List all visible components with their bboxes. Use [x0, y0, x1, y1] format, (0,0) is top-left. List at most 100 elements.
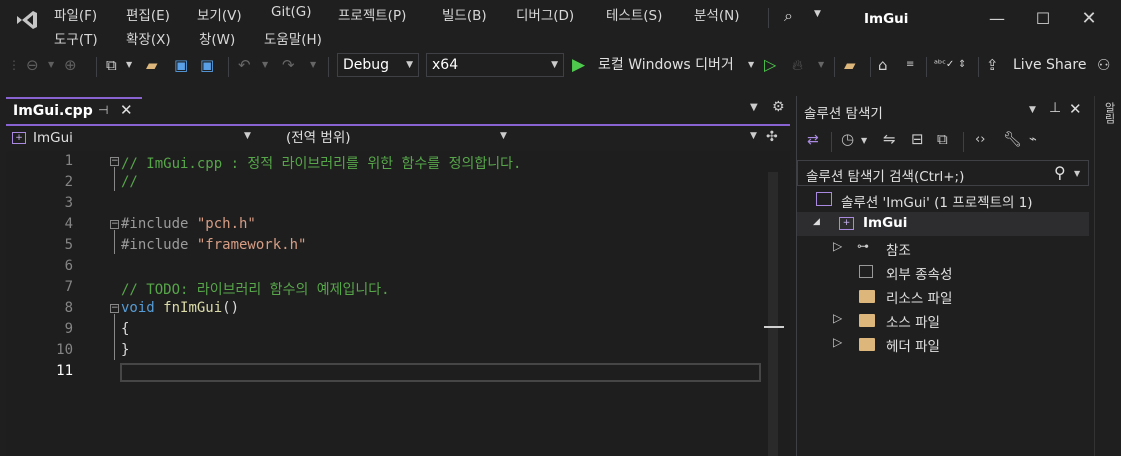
document-tab-imgui-cpp[interactable]: ImGui.cpp ⊣ ✕	[6, 97, 142, 124]
properties-wrench-icon[interactable]: 🔧︎	[1003, 130, 1022, 148]
window-title: ImGui	[864, 11, 909, 27]
start-debug-button[interactable]: 로컬 Windows 디버거	[598, 54, 734, 76]
menu-edit[interactable]: 편집(E)	[126, 4, 170, 24]
split-editor-icon[interactable]: ✣	[766, 129, 778, 145]
settings-gear-icon[interactable]: ⚙	[772, 99, 785, 115]
show-all-files-icon[interactable]: ⧉	[937, 130, 948, 148]
minimize-icon[interactable]: —	[974, 0, 1020, 38]
hot-reload-icon[interactable]: 🔥︎	[792, 54, 803, 76]
tree-item-header-files[interactable]: ▷ 헤더 파일	[797, 332, 1089, 356]
filter-dropdown-icon[interactable]: ▼	[861, 136, 867, 145]
menu-extensions[interactable]: 확장(X)	[126, 28, 171, 48]
tree-item-solution[interactable]: 솔루션 'ImGui' (1 프로젝트의 1)	[797, 188, 1089, 212]
browser-link-icon[interactable]: ⌂	[878, 54, 888, 76]
menu-window[interactable]: 창(W)	[199, 28, 235, 48]
search-input[interactable]: 솔루션 탐색기 검색(Ctrl+;)	[806, 165, 964, 185]
share-icon[interactable]: ⇪	[986, 54, 999, 76]
redo-icon[interactable]: ↷	[282, 54, 295, 76]
search-dropdown-chevron-icon[interactable]: ▼	[814, 9, 821, 19]
editor-vertical-scrollbar[interactable]	[764, 172, 784, 456]
sync-with-active-document-icon[interactable]: ⇋	[883, 130, 896, 148]
debug-target-dropdown-icon[interactable]: ▼	[748, 54, 754, 76]
open-folder-icon[interactable]: ▰	[146, 54, 158, 76]
search-icon[interactable]: ⌕	[784, 6, 793, 26]
menu-analyze[interactable]: 분석(N)	[694, 4, 739, 24]
collapsed-triangle-icon[interactable]: ▷	[833, 311, 842, 325]
spell-check-dropdown-icon[interactable]: ⇕	[958, 54, 966, 76]
undo-icon[interactable]: ↶	[238, 54, 251, 76]
collapsed-triangle-icon[interactable]: ▷	[833, 239, 842, 253]
close-window-icon[interactable]: ✕	[1066, 0, 1112, 38]
close-panel-icon[interactable]: ✕	[1069, 100, 1082, 118]
project-navigation-select[interactable]: + ImGui ▼	[6, 127, 258, 149]
tab-list-dropdown-icon[interactable]: ▼	[750, 102, 758, 113]
notifications-tab[interactable]: 알림	[1101, 102, 1117, 124]
scope-navigation-select[interactable]: (전역 범위) ▼	[262, 127, 514, 149]
pin-tab-icon[interactable]: ⊣	[98, 103, 108, 117]
collapsed-triangle-icon[interactable]: ▷	[833, 335, 842, 349]
search-icon[interactable]: ⚲	[1054, 163, 1066, 182]
toolbar-grip-icon[interactable]: ⋮	[8, 54, 20, 76]
browser-dropdown-icon[interactable]: ≡	[906, 54, 914, 76]
menu-git[interactable]: Git(G)	[271, 4, 312, 20]
solution-search-box[interactable]: 솔루션 탐색기 검색(Ctrl+;) ⚲ ▼	[797, 160, 1089, 186]
pin-panel-icon[interactable]: ⊥	[1049, 100, 1061, 116]
tree-item-resource-files[interactable]: 리소스 파일	[797, 284, 1089, 308]
collapse-toggle-icon[interactable]: −	[110, 220, 119, 229]
menu-debug[interactable]: 디버그(D)	[516, 4, 574, 24]
expanded-triangle-icon[interactable]: ◢	[813, 217, 820, 227]
visual-studio-logo-icon[interactable]	[14, 9, 40, 31]
save-icon[interactable]: ▣	[174, 54, 188, 76]
close-tab-icon[interactable]: ✕	[120, 101, 133, 119]
back-icon[interactable]: ⊖	[26, 54, 39, 76]
start-debug-icon[interactable]: ▶	[572, 54, 585, 76]
tree-item-project[interactable]: ◢ + ImGui	[797, 212, 1089, 236]
menu-tools[interactable]: 도구(T)	[54, 28, 98, 48]
menu-help[interactable]: 도움말(H)	[264, 28, 322, 48]
menu-build[interactable]: 빌드(B)	[442, 4, 487, 24]
collapse-toggle-icon[interactable]: −	[110, 304, 119, 313]
collapse-toggle-icon[interactable]: −	[110, 157, 119, 166]
spell-check-icon[interactable]: ᵃᵇᶜ✓	[934, 54, 954, 76]
references-icon: ⊶	[857, 239, 869, 253]
feedback-icon[interactable]: ⚇	[1097, 54, 1110, 76]
tree-item-external-dependencies[interactable]: 외부 종속성	[797, 260, 1089, 284]
forward-icon[interactable]: ⊕	[64, 54, 77, 76]
switch-views-icon[interactable]: ⇄	[807, 132, 819, 148]
panel-options-dropdown-icon[interactable]: ▼	[1029, 105, 1036, 115]
new-project-icon[interactable]: ⧉	[106, 54, 117, 76]
maximize-icon[interactable]: ☐	[1020, 0, 1066, 38]
panel-title: 솔루션 탐색기	[804, 106, 883, 122]
view-code-icon[interactable]: ‹›	[975, 132, 985, 147]
new-project-dropdown-icon[interactable]: ▼	[126, 54, 132, 76]
redo-dropdown-icon[interactable]: ▼	[310, 54, 316, 76]
pending-changes-filter-icon[interactable]: ◷	[841, 130, 854, 148]
code-editor[interactable]: 1 2 3 4 5 6 7 8 9 10 11 − − − // ImGui.c…	[6, 151, 790, 456]
external-dependencies-icon	[859, 265, 873, 278]
back-dropdown-icon[interactable]: ▼	[48, 54, 54, 76]
live-share-button[interactable]: Live Share	[1013, 54, 1086, 76]
tree-item-references[interactable]: ▷ ⊶ 참조	[797, 236, 1089, 260]
configuration-select[interactable]: Debug ▼	[337, 53, 419, 77]
save-all-icon[interactable]: ▣	[200, 54, 214, 76]
toolbar-separator	[926, 57, 927, 77]
platform-select[interactable]: x64 ▼	[426, 53, 564, 77]
scrollbar-track[interactable]	[768, 172, 778, 456]
collapse-all-icon[interactable]: ⊟	[911, 130, 924, 148]
line-number: 1	[64, 153, 73, 169]
menu-file[interactable]: 파일(F)	[54, 4, 97, 24]
hot-reload-dropdown-icon[interactable]: ▼	[818, 54, 824, 76]
tree-item-source-files[interactable]: ▷ 소스 파일	[797, 308, 1089, 332]
member-navigation-select[interactable]: ▼	[518, 127, 764, 149]
start-without-debug-icon[interactable]: ▷	[764, 54, 776, 76]
tab-accent-line	[6, 124, 790, 126]
find-in-files-icon[interactable]: ▰	[844, 54, 856, 76]
search-options-dropdown-icon[interactable]: ▼	[1074, 169, 1080, 178]
menu-project[interactable]: 프로젝트(P)	[338, 4, 406, 24]
fold-guide	[114, 167, 115, 191]
preview-selected-items-icon[interactable]: ⌁	[1029, 132, 1037, 147]
menu-test[interactable]: 테스트(S)	[606, 4, 662, 24]
line-number: 6	[64, 258, 73, 274]
menu-view[interactable]: 보기(V)	[197, 4, 242, 24]
undo-dropdown-icon[interactable]: ▼	[262, 54, 268, 76]
